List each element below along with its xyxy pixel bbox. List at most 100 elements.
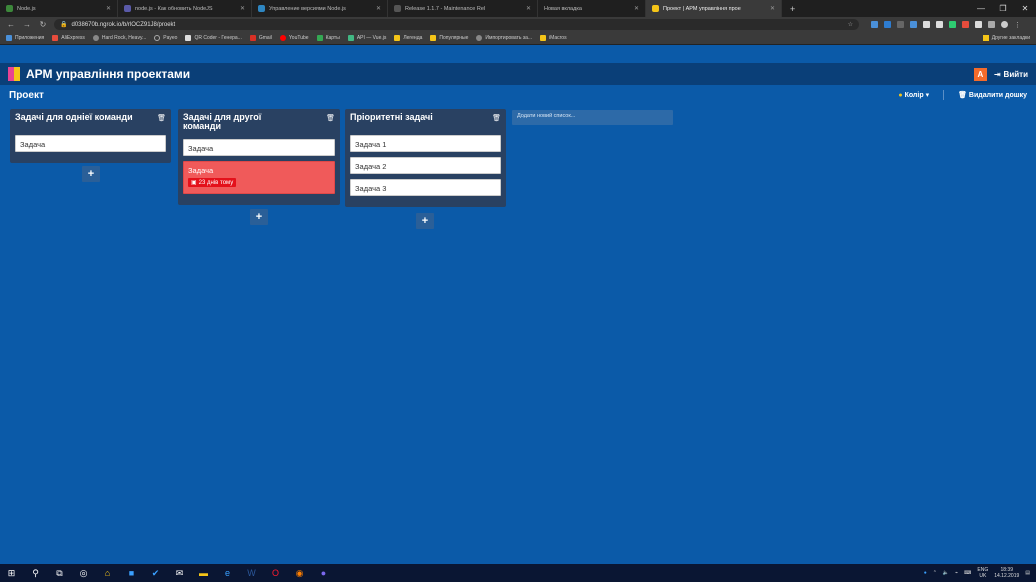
add-card-button[interactable]: + [250, 209, 268, 225]
forward-icon[interactable]: → [22, 20, 32, 29]
maximize-icon[interactable]: ❐ [992, 0, 1014, 17]
task-card-overdue[interactable]: Задача ▣ 23 днів тому [183, 161, 335, 194]
other-bookmarks[interactable]: Другие закладки [982, 35, 1030, 41]
chevron-up-icon[interactable]: ⌃ [933, 570, 937, 576]
bookmark-item[interactable]: API — Vue.js [347, 35, 386, 41]
minimize-icon[interactable]: — [970, 0, 992, 17]
close-icon[interactable]: ✕ [106, 5, 111, 12]
app-logo-icon [8, 67, 20, 81]
keyboard-icon[interactable]: ⌨ [964, 570, 971, 576]
browser-tab[interactable]: Новая вкладка ✕ [538, 0, 646, 17]
url-field[interactable]: 🔒 d038670b.ngrok.io/b/rlOCZ91J8/proekt ☆ [54, 19, 859, 30]
app-title: АРМ управління проектами [26, 67, 191, 81]
word-icon[interactable]: W [246, 568, 257, 579]
payeo-icon [154, 35, 161, 41]
language-indicator[interactable]: ENG UK [977, 567, 988, 579]
extension-icon[interactable] [923, 20, 930, 28]
close-icon[interactable]: ✕ [240, 5, 245, 12]
bookmark-item[interactable]: iMacros [540, 35, 567, 41]
delete-board-button[interactable]: 🗑 Видалити дошку [958, 91, 1027, 99]
logout-icon: ⇥ [993, 69, 1001, 79]
mail-icon[interactable]: ✉ [174, 568, 185, 579]
task-card[interactable]: Задача 1 [350, 135, 501, 152]
clock[interactable]: 18:39 14.12.2019 [994, 567, 1019, 579]
explorer-icon[interactable]: ▬ [198, 568, 209, 579]
task-view-icon[interactable]: ⧉ [54, 568, 65, 579]
browser-tab[interactable]: Управление версиями Node.js ✕ [252, 0, 388, 17]
vscode-icon[interactable]: ✔ [150, 568, 161, 579]
gmail-icon [249, 35, 256, 41]
windows-start-icon[interactable]: ⊞ [6, 568, 17, 579]
add-card-button[interactable]: + [416, 213, 434, 229]
bookmark-item[interactable]: Gmail [249, 35, 272, 41]
star-icon[interactable]: ☆ [848, 21, 853, 28]
bookmark-item[interactable]: Импортировать за... [476, 35, 532, 41]
task-list: Пріоритетні задачі 🗑 Задача 1 Задача 2 З… [345, 109, 506, 207]
github-icon [394, 5, 401, 12]
bookmark-item[interactable]: Hard Rock, Heavy... [92, 35, 146, 41]
app-tray-icon[interactable]: ● [924, 570, 927, 576]
task-card[interactable]: Задача [15, 135, 166, 152]
extension-icon[interactable] [949, 20, 956, 28]
tab-title: Проект | АРМ управління прое [663, 5, 741, 12]
logout-button[interactable]: ⇥ Вийти [994, 70, 1028, 79]
extension-icon[interactable] [936, 20, 943, 28]
extension-icon[interactable] [897, 20, 904, 28]
back-icon[interactable]: ← [6, 20, 16, 29]
url-text: d038670b.ngrok.io/b/rlOCZ91J8/proekt [71, 21, 176, 28]
delete-list-icon[interactable]: 🗑 [157, 114, 166, 122]
new-tab-button[interactable]: + [782, 4, 803, 14]
close-icon[interactable]: ✕ [634, 5, 639, 12]
delete-list-icon[interactable]: 🗑 [326, 114, 335, 122]
folder-icon [540, 35, 547, 41]
task-card[interactable]: Задача 3 [350, 179, 501, 196]
close-icon[interactable]: ✕ [526, 5, 531, 12]
color-picker-button[interactable]: ● Колір ▾ [898, 91, 929, 99]
bookmark-item[interactable]: AliExpress [52, 35, 85, 41]
extension-icon[interactable] [884, 20, 891, 28]
chrome-dev-icon[interactable]: ◉ [294, 568, 305, 579]
profile-icon[interactable] [1001, 20, 1008, 28]
qr-icon [185, 35, 192, 41]
close-icon[interactable]: ✕ [376, 5, 381, 12]
notifications-icon[interactable]: ▤ [1025, 570, 1030, 576]
volume-icon[interactable]: 🔈 [943, 570, 949, 576]
browser-tab[interactable]: Node.js ✕ [0, 0, 118, 17]
close-icon[interactable]: ✕ [770, 5, 775, 12]
close-window-icon[interactable]: ✕ [1014, 0, 1036, 17]
task-card[interactable]: Задача [183, 139, 335, 156]
bookmark-item[interactable]: QR Coder - Генера... [185, 35, 242, 41]
bookmark-item[interactable]: Карты [316, 35, 340, 41]
bookmark-item[interactable]: Приложения [6, 35, 44, 41]
trash-icon: 🗑 [958, 92, 967, 99]
chrome-icon[interactable]: ◎ [78, 568, 89, 579]
extension-icon[interactable] [871, 20, 878, 28]
new-list-input[interactable]: Додати новий список... [512, 110, 673, 125]
bookmark-item[interactable]: YouTube [279, 35, 309, 41]
extension-icon[interactable] [975, 20, 982, 28]
extension-icon[interactable] [910, 20, 917, 28]
vue-devtools-icon[interactable] [988, 20, 995, 28]
task-card[interactable]: Задача 2 [350, 157, 501, 174]
search-icon[interactable]: ⚲ [30, 568, 41, 579]
browser-tab-active[interactable]: Проект | АРМ управління прое ✕ [646, 0, 782, 17]
avatar[interactable]: A [973, 67, 987, 81]
bookmark-item[interactable]: Легенда [394, 35, 422, 41]
delete-list-icon[interactable]: 🗑 [492, 114, 501, 122]
browser-tab[interactable]: node.js - Как обновить NodeJS ✕ [118, 0, 252, 17]
app-header: АРМ управління проектами A ⇥ Вийти [0, 63, 1036, 85]
menu-icon[interactable]: ⋮ [1014, 21, 1021, 29]
reload-icon[interactable]: ↻ [38, 20, 48, 29]
browser-tab[interactable]: Release 1.1.7 - Maintenance Rel ✕ [388, 0, 538, 17]
network-icon[interactable]: ⌁ [955, 570, 958, 576]
bookmark-item[interactable]: Payeo [154, 35, 177, 41]
opera-icon[interactable]: O [270, 568, 281, 579]
bookmark-item[interactable]: Популярные [430, 35, 468, 41]
app-icon[interactable]: ■ [126, 568, 137, 579]
bookmarks-bar: Приложения AliExpress Hard Rock, Heavy..… [0, 32, 1036, 45]
edge-icon[interactable]: e [222, 568, 233, 579]
add-card-button[interactable]: + [82, 166, 100, 182]
app-icon[interactable]: ● [318, 568, 329, 579]
store-icon[interactable]: ⌂ [102, 568, 113, 579]
extension-icon[interactable] [962, 20, 969, 28]
